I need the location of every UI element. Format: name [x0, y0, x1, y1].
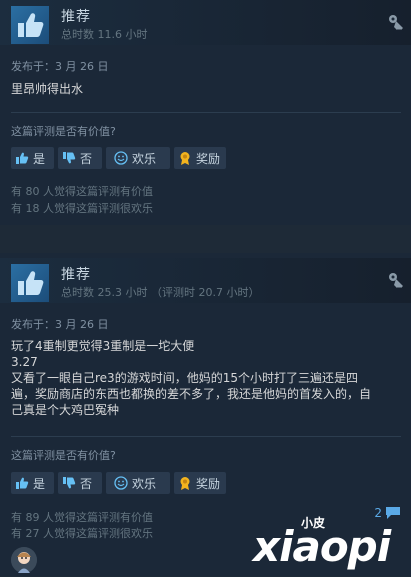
review-body-line: 己真是个大鸡巴冤种 — [11, 403, 120, 417]
award-label: 奖励 — [196, 476, 221, 491]
helpful-question: 这篇评测是否有价值? — [11, 449, 116, 462]
smiley-icon — [114, 151, 128, 165]
review-body-line: 里昂帅得出水 — [11, 82, 84, 96]
key-icon[interactable] — [388, 272, 404, 288]
smiley-icon — [114, 476, 128, 490]
divider — [11, 436, 401, 437]
posted-date: 发布于：3 月 26 日 — [11, 318, 109, 331]
vote-funny-button[interactable]: 欢乐 — [106, 472, 170, 494]
award-label: 奖励 — [196, 151, 221, 166]
review-verdict: 推荐 — [61, 267, 91, 283]
review-verdict: 推荐 — [61, 9, 91, 25]
vote-yes-button[interactable]: 是 — [11, 147, 54, 169]
thumbs-up-icon — [16, 477, 29, 489]
vote-no-label: 否 — [80, 476, 93, 491]
review-body-line: 3.27 — [11, 355, 38, 369]
award-button[interactable]: 奖励 — [174, 147, 226, 169]
review-body-line: 遍，奖励商店的东西也都换的差不多了，我还是他妈的首发入的，自 — [11, 387, 372, 401]
thumbs-down-icon — [63, 152, 76, 164]
thumbs-up-icon — [11, 6, 49, 44]
review-body: 玩了4重制更觉得3重制是一坨大便 3.27 又看了一眼自己re3的游戏时间，他妈… — [11, 338, 403, 418]
divider — [11, 112, 401, 113]
review-card: 推荐 总时数 11.6 小时 发布于：3 月 26 日 里昂帅得出水 这篇评测是… — [0, 0, 411, 225]
vote-no-button[interactable]: 否 — [58, 472, 102, 494]
award-button[interactable]: 奖励 — [174, 472, 226, 494]
review-header: 推荐 总时数 25.3 小时 （评测时 20.7 小时） — [0, 258, 411, 303]
vote-no-button[interactable]: 否 — [58, 147, 102, 169]
playtime-hours: 总时数 11.6 小时 — [61, 28, 148, 41]
review-header: 推荐 总时数 11.6 小时 — [0, 0, 411, 45]
vote-funny-label: 欢乐 — [132, 476, 157, 491]
review-body-line: 玩了4重制更觉得3重制是一坨大便 — [11, 339, 195, 353]
watermark: 小皮 xiaopi — [253, 512, 403, 571]
thumbs-up-icon — [16, 152, 29, 164]
funny-count: 有 18 人觉得这篇评测很欢乐 — [11, 202, 153, 215]
vote-no-label: 否 — [80, 151, 93, 166]
watermark-logo-text: xiaopi — [253, 522, 391, 571]
key-icon[interactable] — [388, 14, 404, 30]
thumbs-up-icon — [11, 264, 49, 302]
award-icon — [180, 152, 190, 165]
review-body-line: 又看了一眼自己re3的游戏时间，他妈的15个小时打了三遍还是四 — [11, 371, 358, 385]
playtime-hours: 总时数 25.3 小时 （评测时 20.7 小时） — [61, 286, 260, 299]
vote-row: 是 否 欢乐 奖励 — [11, 147, 226, 169]
review-body: 里昂帅得出水 — [11, 81, 403, 97]
vote-yes-label: 是 — [33, 476, 46, 491]
vote-yes-label: 是 — [33, 151, 46, 166]
vote-funny-button[interactable]: 欢乐 — [106, 147, 170, 169]
avatar-icon[interactable] — [11, 547, 37, 573]
thumbs-down-icon — [63, 477, 76, 489]
award-icon — [180, 477, 190, 490]
vote-yes-button[interactable]: 是 — [11, 472, 54, 494]
helpful-count: 有 80 人觉得这篇评测有价值 — [11, 185, 153, 198]
helpful-count: 有 89 人觉得这篇评测有价值 — [11, 511, 153, 524]
vote-row: 是 否 欢乐 奖励 — [11, 472, 226, 494]
helpful-question: 这篇评测是否有价值? — [11, 125, 116, 138]
posted-date: 发布于：3 月 26 日 — [11, 60, 109, 73]
vote-funny-label: 欢乐 — [132, 151, 157, 166]
funny-count: 有 27 人觉得这篇评测很欢乐 — [11, 527, 153, 540]
